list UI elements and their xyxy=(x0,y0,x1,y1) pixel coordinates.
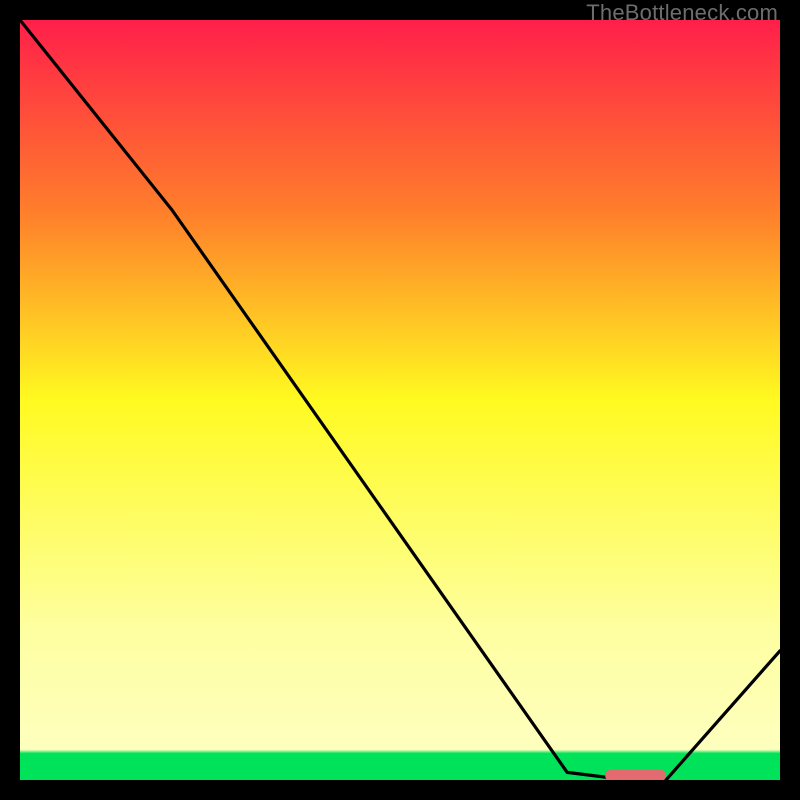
plot-area xyxy=(20,20,780,780)
optimal-range-marker xyxy=(605,770,666,780)
plot-svg xyxy=(20,20,780,780)
watermark-text: TheBottleneck.com xyxy=(586,0,778,26)
chart-frame: TheBottleneck.com xyxy=(0,0,800,800)
gradient-background xyxy=(20,20,780,780)
